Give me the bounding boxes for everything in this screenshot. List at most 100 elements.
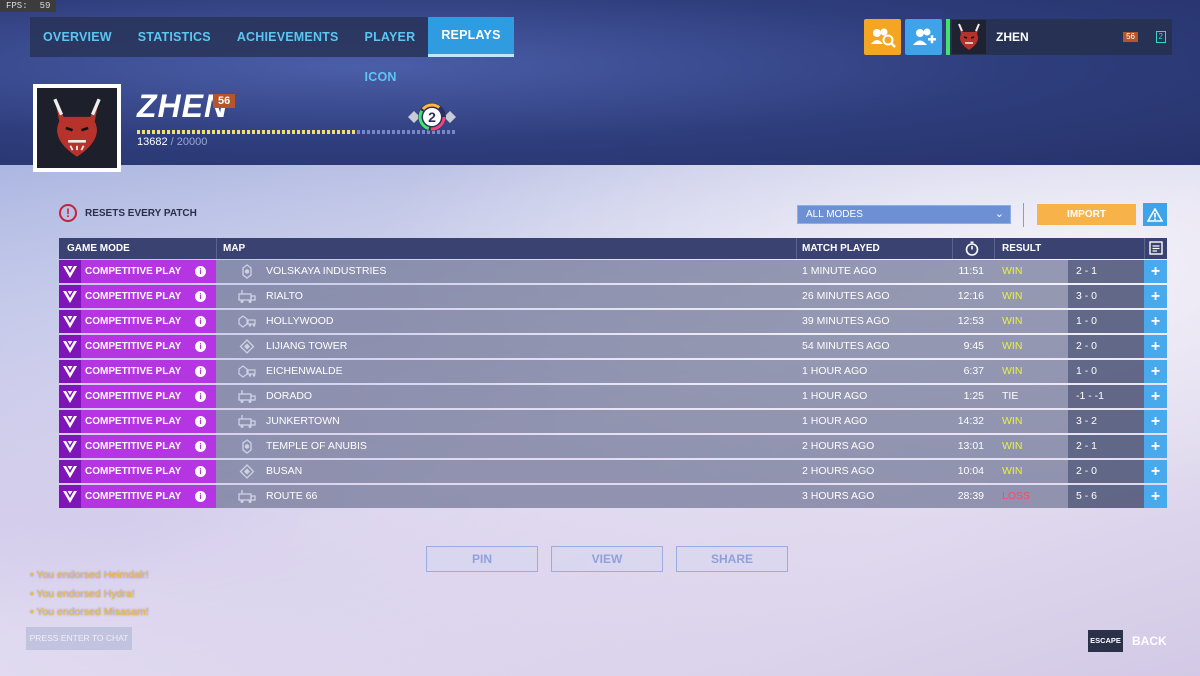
table-row[interactable]: COMPETITIVE PLAY i JUNKERTOWN 1 HOUR AGO 14:…: [59, 410, 1167, 433]
match-result: WIN: [1002, 290, 1023, 302]
match-played: 1 HOUR AGO: [802, 365, 868, 377]
competitive-mode-icon: [59, 410, 81, 433]
map-name: BUSAN: [266, 465, 303, 477]
tab-replays[interactable]: REPLAYS: [428, 17, 514, 57]
info-icon[interactable]: i: [195, 291, 206, 302]
match-duration: 12:16: [957, 290, 984, 302]
tab-player-icon[interactable]: PLAYER ICON: [352, 17, 429, 84]
info-icon[interactable]: i: [195, 341, 206, 352]
avatar: [952, 20, 986, 54]
tab-statistics[interactable]: STATISTICS: [125, 17, 224, 57]
add-friend-icon: [912, 28, 936, 45]
table-row[interactable]: COMPETITIVE PLAY i EICHENWALDE 1 HOUR AGO 6:…: [59, 360, 1167, 383]
table-row[interactable]: COMPETITIVE PLAY i DORADO 1 HOUR AGO 1:25 TIE…: [59, 385, 1167, 408]
user-chip[interactable]: ZHEN 56 2: [946, 19, 1172, 55]
replays-table-header: GAME MODE MAP MATCH PLAYED RESULT: [59, 238, 1167, 259]
match-result: WIN: [1002, 265, 1023, 277]
match-score: 2 - 0: [1076, 465, 1098, 477]
match-played: 2 HOURS AGO: [802, 465, 875, 477]
escape-key-hint[interactable]: ESCAPE: [1088, 630, 1123, 652]
info-icon[interactable]: i: [195, 366, 206, 377]
info-icon[interactable]: i: [195, 466, 206, 477]
table-row[interactable]: COMPETITIVE PLAY i HOLLYWOOD 39 MINUTES AGO…: [59, 310, 1167, 333]
expand-replay-button[interactable]: +: [1144, 360, 1167, 383]
competitive-mode-icon: [59, 385, 81, 408]
info-icon[interactable]: i: [195, 441, 206, 452]
import-button[interactable]: IMPORT: [1037, 204, 1136, 225]
toolbar-divider: [1023, 203, 1024, 227]
game-mode-label: COMPETITIVE PLAY: [85, 391, 182, 402]
info-icon[interactable]: i: [195, 316, 206, 327]
add-friend-button[interactable]: [905, 19, 942, 55]
expand-replay-button[interactable]: +: [1144, 335, 1167, 358]
match-result: WIN: [1002, 415, 1023, 427]
map-type-escort-icon: [237, 389, 257, 404]
match-played: 3 HOURS AGO: [802, 490, 875, 502]
warning-triangle-icon: [1147, 207, 1163, 222]
mode-filter-value: ALL MODES: [806, 209, 863, 220]
game-mode-label: COMPETITIVE PLAY: [85, 316, 182, 327]
match-duration: 14:32: [957, 415, 984, 427]
tab-achievements[interactable]: ACHIEVEMENTS: [224, 17, 352, 57]
table-row[interactable]: COMPETITIVE PLAY i BUSAN 2 HOURS AGO 10:04 WI…: [59, 460, 1167, 483]
match-score: -1 - -1: [1076, 390, 1105, 402]
info-icon[interactable]: i: [195, 266, 206, 277]
match-result: WIN: [1002, 315, 1023, 327]
table-row[interactable]: COMPETITIVE PLAY i RIALTO 26 MINUTES AGO 12:…: [59, 285, 1167, 308]
profile-avatar: [37, 88, 117, 168]
chip-endorsement-badge: 2: [1155, 31, 1166, 43]
info-icon[interactable]: i: [195, 491, 206, 502]
oni-mask-icon: [958, 23, 980, 50]
warning-button[interactable]: [1143, 203, 1167, 226]
game-mode-cell: COMPETITIVE PLAY i: [59, 310, 216, 333]
tab-overview[interactable]: OVERVIEW: [30, 17, 125, 57]
table-row[interactable]: COMPETITIVE PLAY i VOLSKAYA INDUSTRIES 1 MI…: [59, 260, 1167, 283]
info-icon[interactable]: i: [195, 391, 206, 402]
map-name: TEMPLE OF ANUBIS: [266, 440, 367, 452]
info-icon[interactable]: i: [195, 416, 206, 427]
match-result: TIE: [1002, 390, 1019, 402]
match-played: 26 MINUTES AGO: [802, 290, 890, 302]
header-game-mode: GAME MODE: [67, 243, 130, 254]
view-button[interactable]: VIEW: [551, 546, 663, 572]
chat-message: You endorsed Heimdalr!: [30, 566, 148, 585]
expand-replay-button[interactable]: +: [1144, 385, 1167, 408]
pin-button[interactable]: PIN: [426, 546, 538, 572]
match-result: WIN: [1002, 440, 1023, 452]
game-mode-label: COMPETITIVE PLAY: [85, 266, 182, 277]
map-name: LIJIANG TOWER: [266, 340, 348, 352]
score-cell: 1 - 0: [1068, 310, 1144, 333]
expand-replay-button[interactable]: +: [1144, 410, 1167, 433]
game-mode-cell: COMPETITIVE PLAY i: [59, 485, 216, 508]
game-mode-cell: COMPETITIVE PLAY i: [59, 335, 216, 358]
score-cell: 2 - 1: [1068, 435, 1144, 458]
fps-label: FPS:: [6, 1, 28, 11]
expand-replay-button[interactable]: +: [1144, 460, 1167, 483]
find-group-button[interactable]: [864, 19, 901, 55]
fps-counter: FPS: 59: [0, 0, 57, 12]
expand-replay-button[interactable]: +: [1144, 485, 1167, 508]
player-portrait: [33, 84, 121, 172]
expand-replay-button[interactable]: +: [1144, 435, 1167, 458]
table-row[interactable]: COMPETITIVE PLAY i LIJIANG TOWER 54 MINUTES…: [59, 335, 1167, 358]
match-score: 1 - 0: [1076, 315, 1098, 327]
map-name: DORADO: [266, 390, 313, 402]
back-button[interactable]: BACK: [1132, 634, 1167, 648]
career-nav: OVERVIEW STATISTICS ACHIEVEMENTS PLAYER …: [30, 17, 514, 84]
mode-filter-dropdown[interactable]: ALL MODES ⌄: [797, 205, 1011, 224]
chat-input-prompt[interactable]: PRESS ENTER TO CHAT: [25, 626, 133, 651]
expand-replay-button[interactable]: +: [1144, 260, 1167, 283]
match-played: 54 MINUTES AGO: [802, 340, 890, 352]
player-level-badge: 56: [213, 94, 236, 108]
expand-replay-button[interactable]: +: [1144, 285, 1167, 308]
game-mode-label: COMPETITIVE PLAY: [85, 416, 182, 427]
share-button[interactable]: SHARE: [676, 546, 788, 572]
game-mode-cell: COMPETITIVE PLAY i: [59, 460, 216, 483]
competitive-mode-icon: [59, 485, 81, 508]
table-row[interactable]: COMPETITIVE PLAY i TEMPLE OF ANUBIS 2 HOURS…: [59, 435, 1167, 458]
map-type-escort-icon: [237, 289, 257, 304]
match-result: WIN: [1002, 465, 1023, 477]
game-mode-label: COMPETITIVE PLAY: [85, 341, 182, 352]
expand-replay-button[interactable]: +: [1144, 310, 1167, 333]
table-row[interactable]: COMPETITIVE PLAY i ROUTE 66 3 HOURS AGO 28:3…: [59, 485, 1167, 508]
